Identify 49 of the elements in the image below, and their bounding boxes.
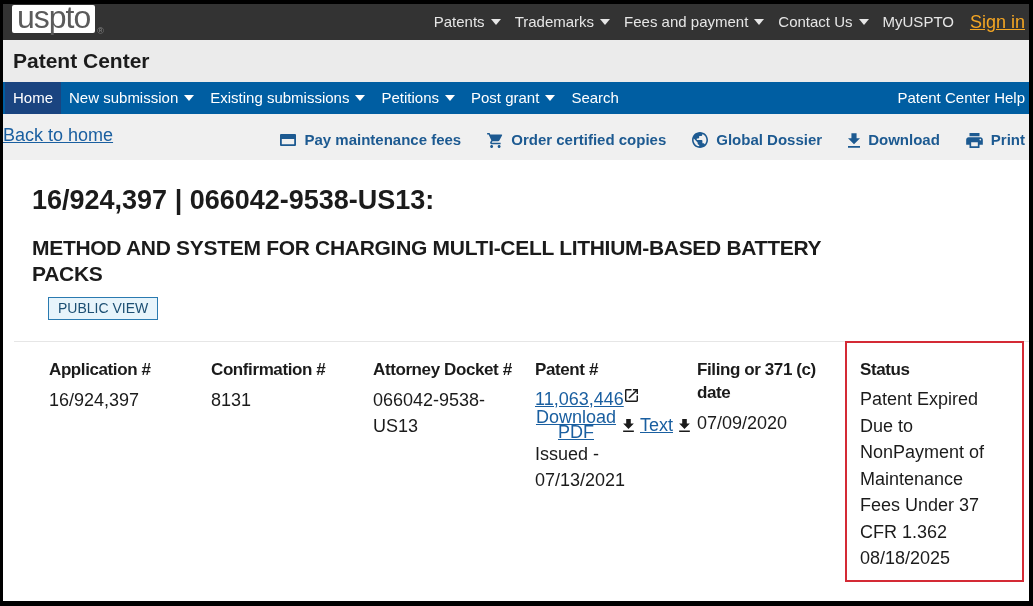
cart-icon bbox=[487, 132, 504, 148]
field-label: Confirmation # bbox=[211, 359, 327, 381]
help-link[interactable]: Patent Center Help bbox=[897, 82, 1025, 114]
status-text: Patent Expired Due to NonPayment of Maintenance Fees Under 37 CFR 1.362 bbox=[860, 388, 986, 544]
issue-date: Issued - 07/13/2021 bbox=[535, 443, 627, 492]
printer-icon bbox=[965, 132, 983, 148]
field-label: Filing or 371 (c) date bbox=[697, 359, 817, 404]
nav-tab[interactable]: Home bbox=[5, 82, 61, 114]
back-link[interactable]: Back to home bbox=[3, 123, 114, 147]
nav-link[interactable]: Patents bbox=[433, 12, 501, 32]
visibility-badge: PUBLIC VIEW bbox=[48, 297, 159, 320]
logo[interactable]: uspto bbox=[12, 5, 96, 33]
field-value: 07/09/2020 bbox=[697, 412, 789, 435]
field-label: Patent # bbox=[535, 359, 600, 381]
nav-tab[interactable]: Search bbox=[563, 82, 627, 114]
credit-card-icon bbox=[280, 134, 297, 146]
app-title: Patent Center bbox=[13, 48, 150, 75]
toolbar-action[interactable]: Order certified copies bbox=[487, 130, 667, 150]
download-icon bbox=[679, 418, 690, 432]
status-date: 08/18/2025 bbox=[860, 547, 952, 570]
download-link[interactable]: Download PDF bbox=[535, 410, 617, 440]
toolbar-action[interactable]: Pay maintenance fees bbox=[280, 130, 462, 150]
field-value: 066042-9538-US13 bbox=[373, 389, 487, 438]
toolbar-action[interactable]: Download bbox=[848, 130, 940, 150]
toolbar-action[interactable]: Global Dossier bbox=[692, 130, 823, 150]
nav-tab[interactable]: Petitions bbox=[373, 82, 463, 114]
registered-mark: ® bbox=[97, 26, 104, 36]
download-icon bbox=[623, 418, 634, 432]
nav-link[interactable]: MyUSPTO bbox=[882, 12, 954, 32]
application-heading: 16/924,397 | 066042-9538-US13: bbox=[32, 184, 435, 216]
sign-in-link[interactable]: Sign in bbox=[969, 11, 1025, 33]
external-link-icon bbox=[624, 389, 638, 402]
field-value: 16/924,397 bbox=[49, 389, 141, 412]
nav-link[interactable]: Trademarks bbox=[514, 12, 611, 32]
field-label: Application # bbox=[49, 359, 152, 381]
globe-icon bbox=[692, 132, 709, 148]
nav-link[interactable]: Contact Us bbox=[778, 12, 869, 32]
nav-tab[interactable]: New submission bbox=[61, 82, 203, 114]
download-link[interactable]: Text bbox=[640, 414, 673, 436]
patent-number-link[interactable]: 11,063,446 bbox=[535, 388, 624, 410]
toolbar-action[interactable]: Print bbox=[965, 130, 1025, 150]
field-label: Attorney Docket # bbox=[373, 359, 513, 381]
nav-link[interactable]: Fees and payment bbox=[624, 12, 765, 32]
nav-tab[interactable]: Existing submissions bbox=[202, 82, 374, 114]
field-value: 8131 bbox=[211, 389, 253, 412]
download-icon bbox=[848, 132, 861, 148]
application-title: METHOD AND SYSTEM FOR CHARGING MULTI-CELL LITHIUM-BASED BATTERY PACKS bbox=[32, 235, 822, 287]
field-label: Status bbox=[860, 359, 911, 381]
nav-tab[interactable]: Post grant bbox=[463, 82, 564, 114]
